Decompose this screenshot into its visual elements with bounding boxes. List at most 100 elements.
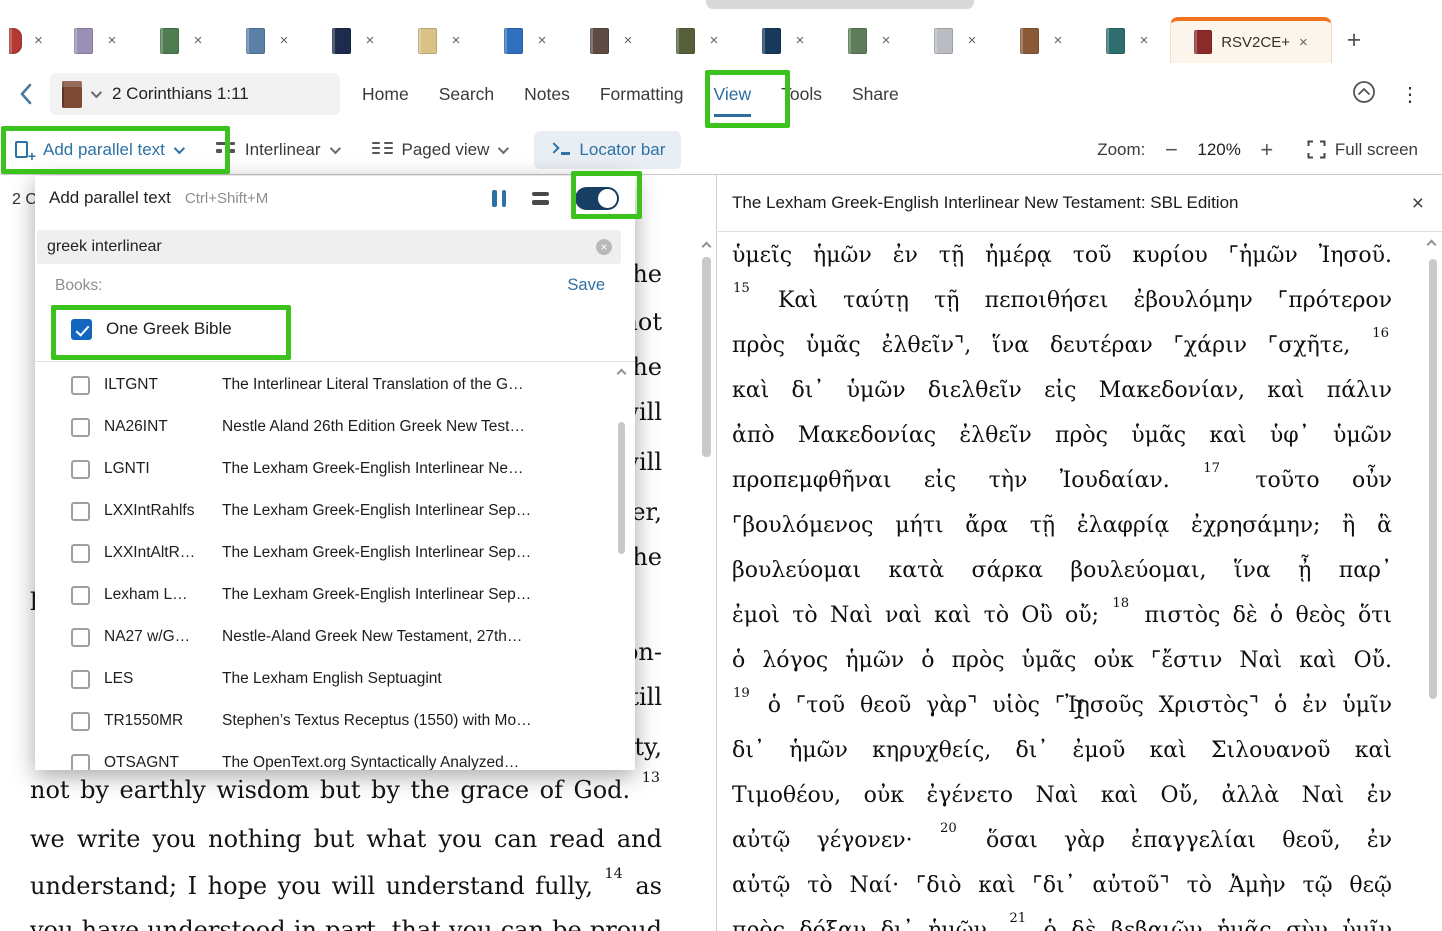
menu-formatting[interactable]: Formatting: [600, 65, 684, 124]
greek-text-line: αὐτῷ γέγονεν· 20 ὅσαι γὰρ ἐπαγγελίαι θεο…: [732, 821, 1392, 853]
resource-row[interactable]: LGNTI The Lexham Greek-English Interlinea…: [35, 448, 635, 490]
collapse-toolbar-button[interactable]: [1352, 80, 1376, 109]
checkbox-unchecked[interactable]: [71, 753, 90, 770]
tab[interactable]: ×: [912, 18, 998, 63]
panel-toggle[interactable]: [575, 186, 619, 210]
document-icon: [761, 27, 781, 54]
checkbox-unchecked[interactable]: [71, 417, 90, 437]
add-parallel-text-button[interactable]: + Add parallel text: [14, 140, 185, 163]
save-link[interactable]: Save: [567, 276, 605, 295]
resource-title: The Interlinear Literal Translation of t…: [222, 376, 524, 393]
tab[interactable]: ×: [310, 18, 396, 63]
list-scrollbar-thumb[interactable]: [618, 422, 625, 554]
tab[interactable]: ×: [1084, 18, 1170, 63]
zoom-in-button[interactable]: +: [1254, 138, 1280, 161]
tab[interactable]: ×: [826, 18, 912, 63]
document-icon: [73, 27, 93, 54]
menu-share[interactable]: Share: [852, 65, 899, 124]
resource-row[interactable]: OTSAGNT The OpenText.org Syntactically An…: [35, 742, 635, 770]
checkbox-unchecked[interactable]: [71, 711, 90, 731]
close-icon[interactable]: ×: [882, 33, 891, 48]
back-button[interactable]: [16, 81, 36, 107]
close-icon[interactable]: ×: [968, 33, 977, 48]
reference-text[interactable]: 2 Corinthians 1:11: [112, 84, 249, 104]
list-view-icon[interactable]: [532, 191, 549, 205]
tab-active[interactable]: RSV2CE+ ×: [1170, 17, 1332, 63]
tab[interactable]: ×: [740, 18, 826, 63]
greek-text-line: ἀπὸ Μακεδονίας ἐλθεῖν πρὸς ὑμᾶς καὶ ὑφ᾿ …: [732, 423, 1392, 448]
resource-row[interactable]: NA26INT Nestle Aland 26th Edition Greek N…: [35, 406, 635, 448]
chevron-down-icon: [498, 142, 510, 154]
resource-row[interactable]: TR1550MR Stephen’s Textus Receptus (1550)…: [35, 700, 635, 742]
close-icon[interactable]: ×: [1299, 35, 1308, 50]
resource-title: The Lexham Greek-English Interlinear Sep…: [222, 586, 532, 603]
tab[interactable]: ×: [52, 18, 138, 63]
kebab-menu-icon[interactable]: ⋮: [1400, 82, 1420, 107]
document-icon: [245, 27, 265, 54]
zoom-out-button[interactable]: −: [1158, 138, 1184, 161]
locator-bar-button[interactable]: Locator bar: [534, 130, 682, 169]
close-icon[interactable]: ×: [452, 33, 461, 48]
resource-row[interactable]: Lexham L… The Lexham Greek-English Interl…: [35, 574, 635, 616]
close-icon[interactable]: ×: [280, 33, 289, 48]
resource-abbr: ILTGNT: [104, 376, 158, 393]
checkbox-checked[interactable]: [71, 318, 92, 340]
resource-row[interactable]: LXXIntRahlfs The Lexham Greek-English Int…: [35, 490, 635, 532]
left-scrollbar-thumb[interactable]: [702, 257, 711, 457]
tab[interactable]: ×: [396, 18, 482, 63]
selected-resource-row[interactable]: One Greek Bible: [71, 312, 619, 346]
greek-text-line: αὐτῷ τὸ Ναί· ⌜διὸ καὶ ⌜δι᾿ αὐτοῦ⌝ τὸ Ἀμὴ…: [732, 873, 1392, 898]
resource-row[interactable]: LXXIntAltR… The Lexham Greek-English Inte…: [35, 532, 635, 574]
menu-home[interactable]: Home: [362, 65, 409, 124]
parallel-columns-icon[interactable]: [492, 189, 506, 207]
close-icon[interactable]: ×: [1412, 193, 1424, 214]
resource-row[interactable]: NA27 w/G… Nestle-Aland Greek New Testamen…: [35, 616, 635, 658]
menu-notes[interactable]: Notes: [524, 65, 570, 124]
checkbox-unchecked[interactable]: [71, 627, 90, 647]
search-input[interactable]: [37, 230, 621, 264]
close-icon[interactable]: ×: [1054, 33, 1063, 48]
window-drag-handle: [706, 0, 974, 9]
tab[interactable]: ×: [568, 18, 654, 63]
checkbox-unchecked[interactable]: [71, 459, 90, 479]
tab[interactable]: ×: [482, 18, 568, 63]
tab[interactable]: ×: [224, 18, 310, 63]
scroll-up-icon[interactable]: [1426, 239, 1437, 250]
clear-search-icon[interactable]: ×: [596, 239, 612, 255]
panel-search: ×: [37, 230, 621, 264]
close-icon[interactable]: ×: [710, 33, 719, 48]
tab[interactable]: ×: [998, 18, 1084, 63]
close-icon[interactable]: ×: [624, 33, 633, 48]
full-screen-button[interactable]: Full screen: [1307, 140, 1418, 160]
reference-selector[interactable]: 2 Corinthians 1:11: [50, 73, 340, 115]
tab[interactable]: ×: [138, 18, 224, 63]
verse-number: 16: [1372, 326, 1389, 342]
close-icon[interactable]: ×: [796, 33, 805, 48]
new-tab-button[interactable]: +: [1332, 18, 1376, 63]
scroll-up-icon[interactable]: [701, 241, 712, 252]
close-icon[interactable]: ×: [538, 33, 547, 48]
checkbox-unchecked[interactable]: [71, 585, 90, 605]
right-scrollbar-thumb[interactable]: [1429, 259, 1437, 699]
interlinear-button[interactable]: Interlinear: [215, 140, 341, 160]
paged-view-label: Paged view: [401, 139, 490, 159]
menu-view[interactable]: View: [713, 65, 751, 124]
resource-row[interactable]: LES The Lexham English Septuagint: [35, 658, 635, 700]
close-icon[interactable]: ×: [108, 33, 117, 48]
checkbox-unchecked[interactable]: [71, 375, 90, 395]
close-icon[interactable]: ×: [194, 33, 203, 48]
checkbox-unchecked[interactable]: [71, 669, 90, 689]
close-icon[interactable]: ×: [34, 33, 43, 48]
tab[interactable]: ×: [654, 18, 740, 63]
menu-tools[interactable]: Tools: [781, 65, 822, 124]
paged-view-button[interactable]: Paged view: [371, 139, 510, 160]
toolbar-right-controls: Zoom: − 120% + Full screen: [1097, 138, 1418, 161]
close-icon[interactable]: ×: [1140, 33, 1149, 48]
checkbox-unchecked[interactable]: [71, 543, 90, 563]
menu-search[interactable]: Search: [439, 65, 494, 124]
close-icon[interactable]: ×: [366, 33, 375, 48]
tab-partial[interactable]: ×: [0, 18, 52, 63]
checkbox-unchecked[interactable]: [71, 501, 90, 521]
resource-title: The Lexham Greek-English Interlinear Ne…: [222, 460, 524, 477]
resource-row[interactable]: ILTGNT The Interlinear Literal Translatio…: [35, 364, 635, 406]
